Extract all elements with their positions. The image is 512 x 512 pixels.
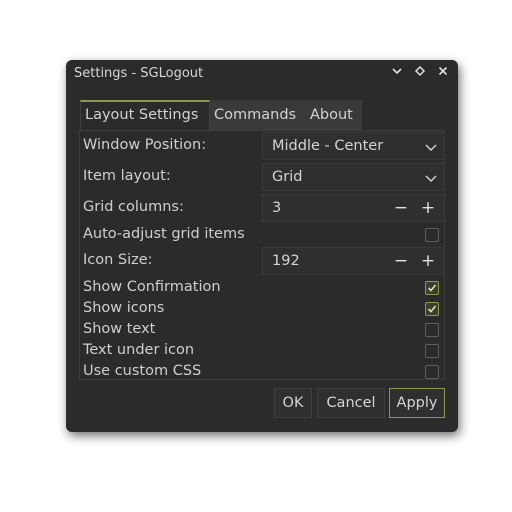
- tab-layout-settings[interactable]: Layout Settings: [80, 100, 210, 130]
- apply-button[interactable]: Apply: [389, 388, 445, 418]
- use-custom-css-checkbox[interactable]: [425, 365, 439, 379]
- item-layout-select[interactable]: Grid: [262, 163, 445, 191]
- window-position-value: Middle - Center: [272, 138, 384, 154]
- minimize-icon[interactable]: [390, 65, 404, 81]
- show-confirmation-checkbox[interactable]: [425, 281, 439, 295]
- icon-size-increment-button[interactable]: +: [420, 251, 436, 271]
- grid-columns-increment-button[interactable]: +: [420, 198, 436, 218]
- icon-size-decrement-button[interactable]: −: [393, 251, 409, 271]
- grid-columns-value[interactable]: 3: [272, 200, 281, 216]
- auto-adjust-checkbox[interactable]: [425, 228, 439, 242]
- settings-window: Settings - SGLogout Layout Settings Comm…: [66, 60, 458, 432]
- text-under-icon-checkbox[interactable]: [425, 344, 439, 358]
- icon-size-label: Icon Size:: [83, 252, 153, 268]
- grid-columns-label: Grid columns:: [83, 199, 184, 215]
- icon-size-spinbox[interactable]: 192 − +: [262, 247, 445, 275]
- check-icon: [427, 305, 437, 313]
- title-bar[interactable]: Settings - SGLogout: [66, 60, 458, 88]
- tab-commands[interactable]: Commands: [210, 100, 306, 130]
- window-title: Settings - SGLogout: [74, 66, 204, 81]
- show-confirmation-label: Show Confirmation: [83, 279, 221, 295]
- show-icons-label: Show icons: [83, 300, 165, 316]
- show-text-checkbox[interactable]: [425, 323, 439, 337]
- check-icon: [427, 284, 437, 292]
- cancel-button[interactable]: Cancel: [317, 388, 385, 418]
- close-icon[interactable]: [436, 65, 450, 81]
- auto-adjust-label: Auto-adjust grid items: [83, 226, 245, 242]
- ok-button[interactable]: OK: [274, 388, 312, 418]
- item-layout-label: Item layout:: [83, 168, 171, 184]
- text-under-icon-label: Text under icon: [83, 342, 195, 358]
- icon-size-value[interactable]: 192: [272, 253, 300, 269]
- grid-columns-spinbox[interactable]: 3 − +: [262, 194, 445, 222]
- grid-columns-decrement-button[interactable]: −: [393, 198, 409, 218]
- window-position-label: Window Position:: [83, 137, 207, 153]
- use-custom-css-label: Use custom CSS: [83, 363, 202, 379]
- item-layout-value: Grid: [272, 169, 303, 185]
- chevron-down-icon: [424, 139, 438, 153]
- show-text-label: Show text: [83, 321, 156, 337]
- show-icons-checkbox[interactable]: [425, 302, 439, 316]
- chevron-down-icon: [424, 170, 438, 184]
- tab-about[interactable]: About: [306, 100, 362, 130]
- window-position-select[interactable]: Middle - Center: [262, 132, 445, 160]
- maximize-icon[interactable]: [413, 65, 427, 81]
